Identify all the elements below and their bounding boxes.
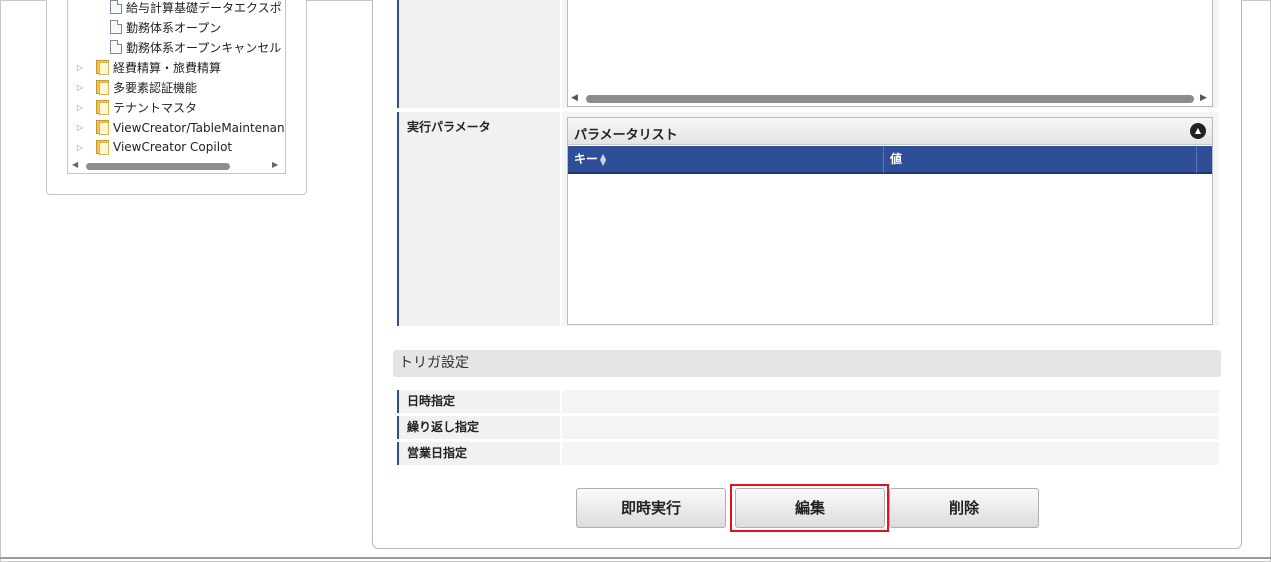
tree-item-work-schedule-open[interactable]: 勤務体系オープン (110, 17, 221, 37)
trigger-section-title: トリガ設定 (393, 350, 1221, 377)
tree-item-viewcreator-copilot[interactable]: ▷ ViewCreator Copilot (74, 137, 232, 157)
delete-button[interactable]: 削除 (889, 488, 1039, 528)
business-day-label: 営業日指定 (397, 442, 560, 465)
datetime-label: 日時指定 (397, 390, 560, 413)
column-header-filler (1196, 146, 1212, 174)
folder-icon (96, 60, 109, 75)
tree-item-tenant-master[interactable]: ▷ テナントマスタ (74, 97, 197, 117)
column-header-value[interactable]: 値 (883, 146, 1196, 174)
document-icon (110, 40, 122, 54)
param-list-header: パラメータリスト ▲ (568, 118, 1212, 145)
tree-item-payroll-export[interactable]: 給与計算基礎データエクスポ (110, 0, 282, 17)
expand-arrow-icon[interactable]: ▷ (74, 123, 86, 132)
tree-item-viewcreator-table[interactable]: ▷ ViewCreator/TableMaintenance ま (74, 117, 286, 137)
tree-item-expense[interactable]: ▷ 経費精算・旅費精算 (74, 57, 221, 77)
document-icon (110, 0, 122, 14)
scroll-left-icon[interactable]: ◀ (571, 93, 578, 103)
column-header-label: キー (574, 152, 599, 166)
folder-icon (96, 100, 109, 115)
tree-item-label: 勤務体系オープンキャンセル (126, 40, 282, 55)
sort-icon[interactable]: ▲▼ (600, 152, 608, 166)
tree-item-label: テナントマスタ (113, 100, 198, 115)
repeat-value (562, 416, 1219, 439)
tree-item-work-schedule-open-cancel[interactable]: 勤務体系オープンキャンセル (110, 37, 281, 57)
folder-icon (96, 120, 109, 135)
expand-arrow-icon[interactable]: ▷ (74, 143, 86, 152)
expand-arrow-icon[interactable]: ▷ (74, 63, 86, 72)
tree-item-label: 多要素認証機能 (113, 80, 198, 95)
document-icon (110, 20, 122, 34)
folder-icon (96, 140, 109, 155)
param-list: パラメータリスト ▲ キー ▲▼ 値 (567, 117, 1213, 325)
folder-icon (96, 80, 109, 95)
run-now-button[interactable]: 即時実行 (576, 488, 726, 528)
tree-item-label: 給与計算基礎データエクスポ (126, 0, 282, 15)
tree-item-mfa[interactable]: ▷ 多要素認証機能 (74, 77, 197, 97)
tree-item-label: 勤務体系オープン (126, 20, 222, 35)
previous-field-label-cell (397, 0, 560, 108)
column-header-label: 値 (890, 152, 903, 166)
tree-item-label: ViewCreator Copilot (113, 140, 233, 154)
tree-item-label: 経費精算・旅費精算 (113, 60, 222, 75)
bottom-divider (0, 557, 1271, 559)
scroll-left-icon[interactable]: ◀ (72, 160, 78, 169)
collapse-icon[interactable]: ▲ (1190, 123, 1206, 139)
expand-arrow-icon[interactable]: ▷ (74, 103, 86, 112)
tree-horizontal-scrollbar[interactable]: ◀ ▶ (68, 159, 285, 173)
scrollbar-thumb[interactable] (86, 163, 230, 170)
edit-button[interactable]: 編集 (735, 488, 885, 528)
column-header-key[interactable]: キー ▲▼ (568, 146, 883, 174)
scroll-right-icon[interactable]: ▶ (272, 160, 278, 169)
repeat-label: 繰り返し指定 (397, 416, 560, 439)
previous-field-box: ◀ ▶ (567, 0, 1213, 107)
business-day-value (562, 442, 1219, 465)
datetime-value (562, 390, 1219, 413)
tree-item-label: ViewCreator/TableMaintenance ま (113, 120, 286, 135)
exec-param-label: 実行パラメータ (397, 112, 560, 326)
menu-tree[interactable]: 給与計算基礎データエクスポ 勤務体系オープン 勤務体系オープンキャンセル ▷ 経… (67, 0, 286, 174)
scrollbar-thumb[interactable] (586, 95, 1194, 103)
horizontal-scrollbar[interactable]: ◀ ▶ (568, 91, 1212, 106)
scroll-right-icon[interactable]: ▶ (1200, 93, 1207, 103)
param-list-title: パラメータリスト (574, 128, 678, 143)
expand-arrow-icon[interactable]: ▷ (74, 83, 86, 92)
